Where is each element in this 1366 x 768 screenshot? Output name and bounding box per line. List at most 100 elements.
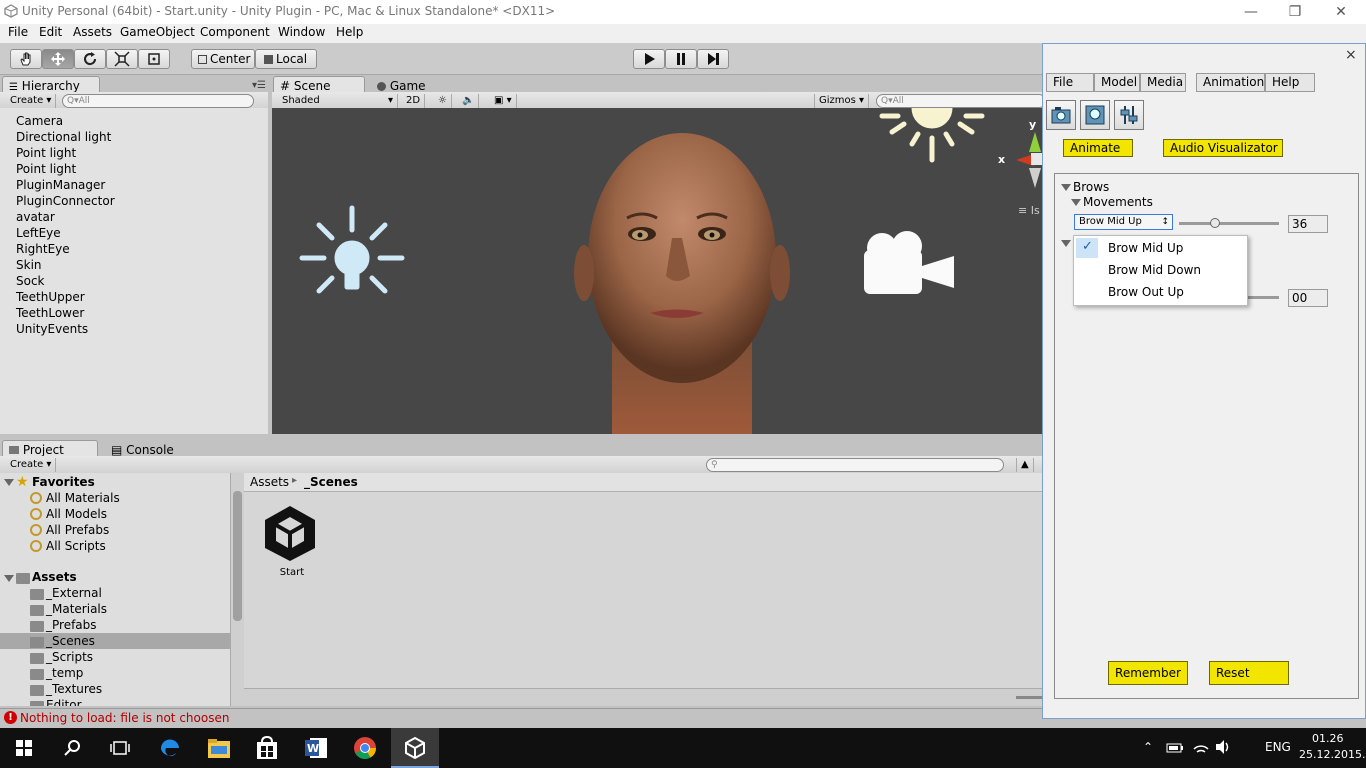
movements-expand-icon[interactable] xyxy=(1071,199,1081,206)
favorite-item[interactable]: All Prefabs xyxy=(46,523,109,537)
folder-item[interactable]: _temp xyxy=(46,666,83,680)
menu-window[interactable]: Window xyxy=(278,25,325,39)
chrome-icon[interactable] xyxy=(353,736,377,760)
plugin-close-button[interactable]: × xyxy=(1345,47,1357,63)
audio-toggle-icon[interactable]: 🔈 xyxy=(458,94,480,108)
mode-2d-toggle[interactable]: 2D xyxy=(402,94,426,108)
folder-item[interactable]: _Textures xyxy=(46,682,102,696)
movement-select[interactable]: Brow Mid Up ↕ xyxy=(1074,214,1173,230)
space-local-button[interactable]: Local xyxy=(255,49,317,69)
folder-item[interactable]: _External xyxy=(46,586,102,600)
filter-type-icon[interactable]: ▲ xyxy=(1016,458,1034,472)
windows-start-icon[interactable] xyxy=(16,740,32,756)
tree-scrollbar[interactable] xyxy=(230,473,244,706)
panel-menu-icon[interactable]: ▾☰ xyxy=(252,80,266,91)
file-explorer-icon[interactable] xyxy=(207,737,231,759)
plugin-menu-model[interactable]: Model xyxy=(1094,73,1140,92)
plugin-menu-file[interactable]: File xyxy=(1046,73,1094,92)
task-view-icon[interactable] xyxy=(110,740,130,756)
lighting-toggle-icon[interactable]: ☼ xyxy=(434,94,452,108)
hierarchy-create-button[interactable]: Create ▾ xyxy=(6,94,57,108)
directional-light-gizmo-icon[interactable] xyxy=(879,108,985,163)
folder-item[interactable]: _Scripts xyxy=(46,650,93,664)
movement-slider[interactable] xyxy=(1179,218,1279,228)
breadcrumb-assets[interactable]: Assets xyxy=(250,475,289,489)
volume-icon[interactable] xyxy=(1214,739,1232,755)
pivot-center-button[interactable]: Center xyxy=(191,49,255,69)
menu-file[interactable]: File xyxy=(8,25,28,39)
folder-item[interactable]: Editor xyxy=(46,698,82,706)
folder-item[interactable]: _Prefabs xyxy=(46,618,97,632)
status-message[interactable]: Nothing to load: file is not choosen xyxy=(20,711,229,725)
remember-button[interactable]: Remember xyxy=(1108,661,1188,685)
plugin-sliders-button[interactable] xyxy=(1114,100,1144,130)
favorite-item[interactable]: All Models xyxy=(46,507,107,521)
hierarchy-item[interactable]: Sock xyxy=(16,274,45,288)
plugin-menu-help[interactable]: Help xyxy=(1265,73,1315,92)
orientation-gizmo[interactable] xyxy=(1016,132,1043,188)
slider-value-field[interactable]: 36 xyxy=(1288,215,1328,233)
dropdown-option[interactable]: Brow Mid Down xyxy=(1108,263,1201,277)
avatar-head[interactable] xyxy=(574,133,790,434)
search-icon[interactable] xyxy=(64,739,82,757)
tray-overflow-icon[interactable]: ⌃ xyxy=(1143,740,1153,754)
folder-item[interactable]: _Materials xyxy=(46,602,107,616)
hierarchy-item[interactable]: Camera xyxy=(16,114,63,128)
scene-viewport[interactable]: y x ≡ Is xyxy=(272,108,1043,434)
animate-button[interactable]: Animate xyxy=(1063,139,1133,157)
hand-tool-button[interactable] xyxy=(10,49,42,69)
play-button[interactable] xyxy=(633,49,665,69)
battery-icon[interactable] xyxy=(1166,741,1184,755)
hierarchy-item[interactable]: TeethUpper xyxy=(16,290,85,304)
edge-browser-icon[interactable] xyxy=(158,736,182,760)
favorite-item[interactable]: All Materials xyxy=(46,491,120,505)
breadcrumb-current[interactable]: _Scenes xyxy=(304,475,358,489)
favorite-item[interactable]: All Scripts xyxy=(46,539,106,553)
plugin-menu-animation[interactable]: Animation xyxy=(1196,73,1265,92)
dropdown-option[interactable]: Brow Out Up xyxy=(1108,285,1184,299)
expand-arrow-icon[interactable] xyxy=(4,575,14,582)
scene-search-input[interactable]: Q▾All xyxy=(876,94,1046,108)
move-tool-button[interactable] xyxy=(42,49,74,69)
hierarchy-search-input[interactable]: Q▾All xyxy=(62,94,254,108)
project-search-input[interactable]: ⚲ xyxy=(706,458,1004,472)
taskbar-unity-active[interactable] xyxy=(391,728,439,768)
assets-root-label[interactable]: Assets xyxy=(32,570,77,584)
maximize-button[interactable]: ❐ xyxy=(1272,0,1318,24)
slider-thumb[interactable] xyxy=(1210,218,1220,228)
reset-button[interactable]: Reset xyxy=(1209,661,1289,685)
store-icon[interactable] xyxy=(256,736,278,760)
hierarchy-item[interactable]: PluginManager xyxy=(16,178,105,192)
expand-arrow-icon[interactable] xyxy=(4,479,14,486)
favorites-label[interactable]: Favorites xyxy=(32,475,95,489)
tree-scrollbar-thumb[interactable] xyxy=(233,491,242,621)
hierarchy-item[interactable]: TeethLower xyxy=(16,306,84,320)
dropdown-option[interactable]: Brow Mid Up xyxy=(1108,241,1183,255)
menu-assets[interactable]: Assets xyxy=(73,25,112,39)
menu-gameobject[interactable]: GameObject xyxy=(120,25,195,39)
minimize-button[interactable]: — xyxy=(1228,0,1274,24)
audio-visualizator-button[interactable]: Audio Visualizator xyxy=(1163,139,1283,157)
point-light-gizmo-icon[interactable] xyxy=(299,205,405,294)
plugin-menu-media[interactable]: Media xyxy=(1140,73,1186,92)
wifi-icon[interactable] xyxy=(1192,739,1210,755)
language-indicator[interactable]: ENG xyxy=(1265,740,1291,754)
scale-tool-button[interactable] xyxy=(106,49,138,69)
hierarchy-item[interactable]: Point light xyxy=(16,146,76,160)
hierarchy-item[interactable]: PluginConnector xyxy=(16,194,115,208)
menu-help[interactable]: Help xyxy=(336,25,363,39)
brows-section-label[interactable]: Brows xyxy=(1073,180,1109,194)
hierarchy-item[interactable]: UnityEvents xyxy=(16,322,88,336)
menu-edit[interactable]: Edit xyxy=(39,25,62,39)
clock-time[interactable]: 01.26 xyxy=(1312,732,1344,745)
shading-mode-dropdown[interactable]: Shaded ▾ xyxy=(278,94,398,108)
brows-expand-icon[interactable] xyxy=(1061,184,1071,191)
close-button[interactable]: ✕ xyxy=(1318,0,1364,24)
hierarchy-item[interactable]: avatar xyxy=(16,210,55,224)
gizmos-dropdown[interactable]: Gizmos ▾ xyxy=(814,94,870,108)
section-expand-icon[interactable] xyxy=(1061,240,1071,247)
hierarchy-item[interactable]: Directional light xyxy=(16,130,111,144)
rect-tool-button[interactable] xyxy=(138,49,170,69)
step-button[interactable] xyxy=(697,49,729,69)
plugin-head-button[interactable] xyxy=(1080,100,1110,130)
